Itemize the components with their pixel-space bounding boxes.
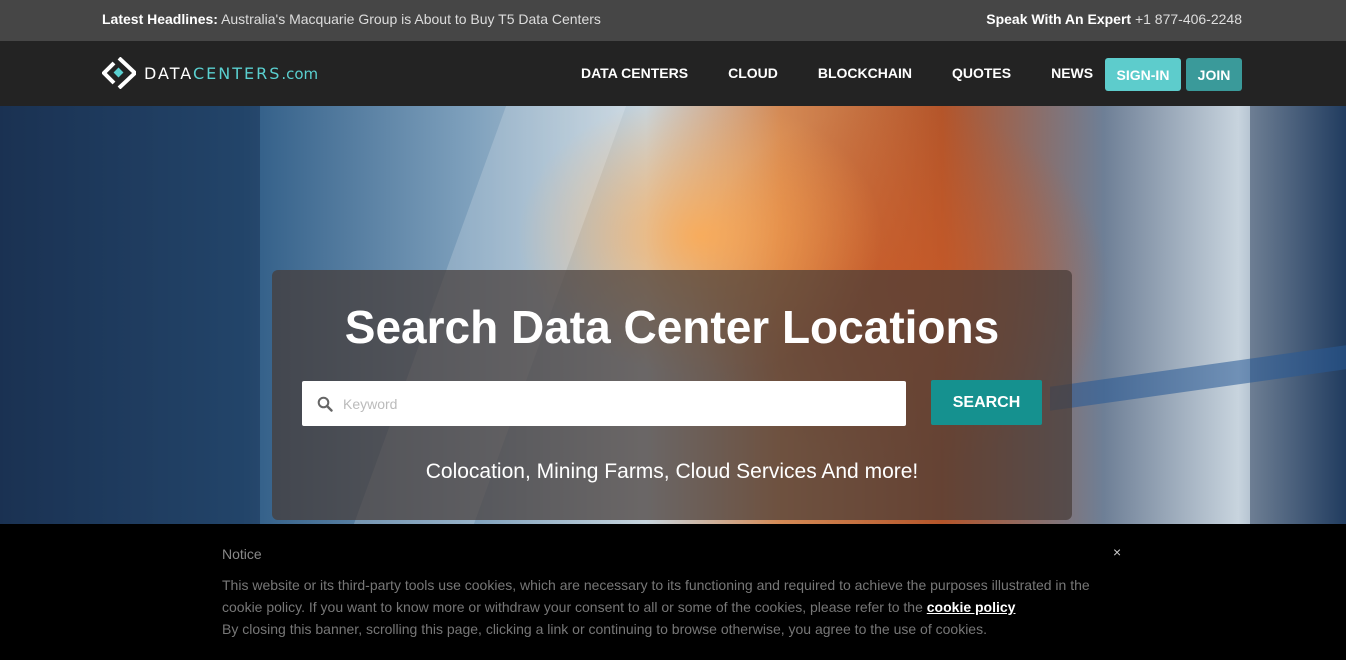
logo-diamond-icon (102, 57, 136, 89)
logo-text-centers: CENTERS (192, 63, 282, 83)
site-logo[interactable]: DATACENTERS.com (102, 57, 318, 89)
cookie-policy-link[interactable]: cookie policy (927, 599, 1016, 615)
nav-item-blockchain[interactable]: BLOCKCHAIN (818, 65, 912, 81)
expert-label: Speak With An Expert (986, 11, 1132, 27)
hero-right-shade (1250, 106, 1346, 524)
headline-bar: Latest Headlines: Australia's Macquarie … (0, 0, 1346, 41)
search-box[interactable] (302, 381, 906, 426)
latest-headline[interactable]: Latest Headlines: Australia's Macquarie … (102, 11, 601, 27)
headline-label: Latest Headlines: (102, 11, 218, 27)
join-button[interactable]: JOIN (1186, 58, 1242, 91)
search-title: Search Data Center Locations (344, 301, 1000, 353)
notice-text: This website or its third-party tools us… (222, 574, 1122, 640)
hero-banner: Search Data Center Locations SEARCH Colo… (0, 106, 1346, 524)
notice-title: Notice (222, 546, 262, 562)
signin-button[interactable]: SIGN-IN (1105, 58, 1181, 91)
expert-contact: Speak With An Expert +1 877-406-2248 (986, 11, 1242, 27)
nav-item-cloud[interactable]: CLOUD (728, 65, 778, 81)
cookie-notice: Notice × This website or its third-party… (0, 524, 1346, 660)
search-button[interactable]: SEARCH (931, 380, 1042, 425)
logo-text: DATACENTERS.com (144, 64, 318, 83)
headline-text[interactable]: Australia's Macquarie Group is About to … (221, 11, 601, 27)
nav-item-data-centers[interactable]: DATA CENTERS (581, 65, 688, 81)
logo-text-com: .com (281, 64, 319, 83)
nav-menu: DATA CENTERS CLOUD BLOCKCHAIN QUOTES NEW… (581, 65, 1133, 81)
search-icon (317, 396, 333, 412)
notice-line-2: By closing this banner, scrolling this p… (222, 621, 987, 637)
main-nav: DATACENTERS.com DATA CENTERS CLOUD BLOCK… (0, 41, 1346, 106)
close-icon[interactable]: × (1113, 544, 1121, 560)
search-input[interactable] (343, 395, 883, 412)
logo-text-data: DATA (144, 63, 193, 83)
search-subtitle: Colocation, Mining Farms, Cloud Services… (425, 460, 919, 483)
expert-phone[interactable]: +1 877-406-2248 (1135, 11, 1242, 27)
nav-item-news[interactable]: NEWS (1051, 65, 1093, 81)
hero-left-shade (0, 106, 260, 524)
search-panel: Search Data Center Locations SEARCH Colo… (272, 270, 1072, 520)
nav-item-quotes[interactable]: QUOTES (952, 65, 1011, 81)
